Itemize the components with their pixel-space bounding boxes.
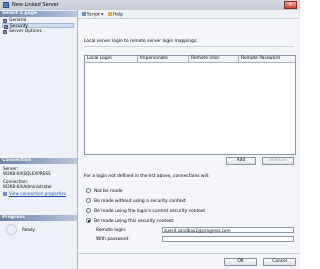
grid-header: Local Login Impersonate Remote User Remo… <box>85 56 295 63</box>
add-button[interactable]: Add <box>226 157 256 165</box>
dialog-window: New Linked Server ✕ Select a page Genera… <box>0 0 300 269</box>
sidebar: Select a page General Security Server Op… <box>0 10 78 269</box>
remote-login-label: Remote login: <box>96 228 127 233</box>
option-label: Be made using this security context: <box>94 218 175 224</box>
help-label: Help <box>113 12 124 17</box>
nav-server-options[interactable]: Server Options <box>2 29 74 34</box>
remote-login-input[interactable]: zuesit.sandbox2@progress.com <box>162 227 294 233</box>
login-mappings-grid[interactable]: Local Login Impersonate Remote User Remo… <box>84 55 296 155</box>
page-icon <box>3 29 7 34</box>
server-value: W2K8-64\SQLEXPRESS <box>3 171 51 176</box>
column-header[interactable]: Impersonate <box>138 56 189 62</box>
mappings-label: Local server login to remote server logi… <box>84 39 198 44</box>
toolbar: Script ▾ Help <box>78 10 300 19</box>
view-connection-properties-link[interactable]: View connection properties <box>3 191 66 196</box>
column-header[interactable]: Local Login <box>85 56 138 62</box>
ok-button[interactable]: OK <box>224 258 257 266</box>
cancel-button[interactable]: Cancel <box>263 258 296 266</box>
password-label: With password: <box>96 237 130 242</box>
column-header[interactable]: Remote Password <box>239 56 295 62</box>
radio-button[interactable] <box>86 198 91 203</box>
password-input[interactable] <box>162 236 294 242</box>
link-text: View connection properties <box>9 191 67 196</box>
help-button[interactable]: Help <box>108 11 124 17</box>
radio-button[interactable] <box>86 218 91 223</box>
progress-status: Ready <box>22 227 35 232</box>
radio-button[interactable] <box>86 188 91 193</box>
help-icon <box>108 11 112 16</box>
option-label: Be made without using a security context <box>94 198 186 204</box>
app-icon <box>3 2 9 8</box>
column-header[interactable]: Remote User <box>189 56 239 62</box>
script-label: Script <box>87 12 100 17</box>
close-icon: ✕ <box>288 2 293 8</box>
script-button[interactable]: Script ▾ <box>82 11 104 17</box>
option-label: Be made using the login's current securi… <box>94 208 206 214</box>
window-title: New Linked Server <box>12 2 59 8</box>
close-button[interactable]: ✕ <box>284 1 297 9</box>
connection-heading: Connection <box>0 158 77 164</box>
page-icon <box>4 24 8 29</box>
footer-divider <box>78 253 300 254</box>
chevron-down-icon: ▾ <box>101 12 104 17</box>
script-icon <box>82 11 86 16</box>
properties-icon <box>3 192 7 196</box>
progress-heading: Progress <box>0 215 77 221</box>
progress-spinner-icon <box>6 224 17 235</box>
page-icon <box>3 18 7 23</box>
main-panel: Script ▾ Help Local server login to remo… <box>78 10 300 269</box>
nav-label: Server Options <box>9 29 42 34</box>
remove-button[interactable]: Remove <box>262 157 294 165</box>
select-page-heading: Select a page <box>0 11 77 17</box>
radio-button[interactable] <box>86 208 91 213</box>
login-not-defined-label: For a login not defined in the list abov… <box>84 174 210 179</box>
nav-security[interactable]: Security <box>2 23 74 29</box>
connection-value: W2K8-64\Administrator <box>3 184 53 189</box>
option-label: Not be made <box>94 188 123 194</box>
divider <box>84 46 294 47</box>
